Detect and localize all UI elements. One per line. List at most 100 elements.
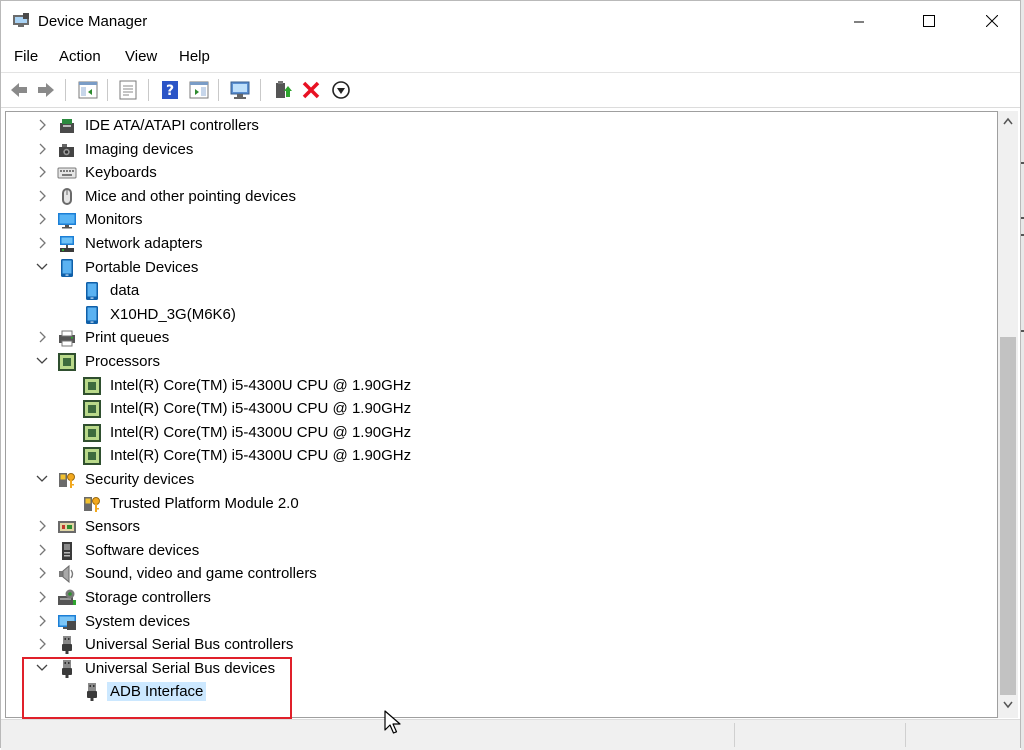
tree-item-label[interactable]: Mice and other pointing devices (82, 187, 299, 206)
tree-item-label[interactable]: Intel(R) Core(TM) i5-4300U CPU @ 1.90GHz (107, 376, 414, 395)
uninstall-device-button[interactable] (300, 79, 322, 101)
camera-icon (59, 143, 74, 157)
minimize-button[interactable] (836, 1, 882, 43)
tree-category-row[interactable]: Mice and other pointing devices (6, 185, 906, 208)
tree-item-label[interactable]: Trusted Platform Module 2.0 (107, 494, 302, 513)
speaker-icon (59, 565, 74, 584)
chevron-right-icon[interactable] (35, 118, 49, 132)
chevron-right-icon[interactable] (35, 236, 49, 250)
menu-file[interactable]: File (12, 48, 40, 65)
chevron-right-icon[interactable] (35, 590, 49, 604)
tree-item-label[interactable]: Sound, video and game controllers (82, 564, 320, 583)
action-pane-button[interactable] (188, 79, 210, 101)
chevron-right-icon[interactable] (35, 330, 49, 344)
chevron-right-icon[interactable] (35, 637, 49, 651)
show-hide-console-tree-button[interactable] (77, 79, 99, 101)
tree-item-label[interactable]: Imaging devices (82, 140, 196, 159)
device-tree-pane[interactable]: IDE ATA/ATAPI controllers Imaging devices… (5, 111, 998, 718)
vertical-scrollbar[interactable] (998, 111, 1018, 718)
portable-device-icon (86, 282, 98, 301)
disable-device-button[interactable] (330, 79, 352, 101)
processor-icon (83, 400, 101, 419)
chevron-right-icon[interactable] (35, 566, 49, 580)
tree-category-row[interactable]: Monitors (6, 208, 906, 231)
tree-category-row[interactable]: Network adapters (6, 232, 906, 255)
menu-view[interactable]: View (123, 48, 159, 65)
tree-category-row[interactable]: Security devices (6, 468, 906, 491)
tree-category-row[interactable]: Portable Devices (6, 256, 906, 279)
scan-hardware-icon (230, 81, 250, 99)
tree-category-row[interactable]: Software devices (6, 539, 906, 562)
tree-device-row[interactable]: Intel(R) Core(TM) i5-4300U CPU @ 1.90GHz (6, 374, 906, 397)
scan-hardware-button[interactable] (229, 79, 251, 101)
highlight-annotation-box (22, 657, 292, 719)
tree-item-label[interactable]: Monitors (82, 210, 146, 229)
tree-device-row[interactable]: Trusted Platform Module 2.0 (6, 492, 906, 515)
tree-category-row[interactable]: Keyboards (6, 161, 906, 184)
tree-category-row[interactable]: Sound, video and game controllers (6, 562, 906, 585)
chevron-right-icon[interactable] (35, 614, 49, 628)
tree-item-label[interactable]: System devices (82, 612, 193, 631)
maximize-icon (923, 15, 935, 27)
chevron-right-icon[interactable] (35, 519, 49, 533)
tree-item-label[interactable]: Intel(R) Core(TM) i5-4300U CPU @ 1.90GHz (107, 423, 414, 442)
tree-device-row[interactable]: Intel(R) Core(TM) i5-4300U CPU @ 1.90GHz (6, 397, 906, 420)
tree-item-label[interactable]: Network adapters (82, 234, 206, 253)
chevron-right-icon[interactable] (35, 142, 49, 156)
tree-category-row[interactable]: IDE ATA/ATAPI controllers (6, 114, 906, 137)
chevron-right-icon[interactable] (35, 212, 49, 226)
tree-category-row[interactable]: Universal Serial Bus controllers (6, 633, 906, 656)
window-title: Device Manager (38, 13, 148, 30)
tree-device-row[interactable]: Intel(R) Core(TM) i5-4300U CPU @ 1.90GHz (6, 444, 906, 467)
tree-item-label[interactable]: Processors (82, 352, 163, 371)
portable-device-icon (86, 305, 98, 324)
chevron-right-icon[interactable] (35, 165, 49, 179)
tree-item-label[interactable]: Keyboards (82, 163, 160, 182)
tree-category-row[interactable]: Processors (6, 350, 906, 373)
tree-item-label[interactable]: Intel(R) Core(TM) i5-4300U CPU @ 1.90GHz (107, 446, 414, 465)
chevron-down-icon[interactable] (35, 354, 49, 368)
properties-button[interactable] (117, 79, 139, 101)
tree-device-row[interactable]: data (6, 279, 906, 302)
scroll-down-arrow-icon[interactable] (1003, 701, 1013, 709)
toolbar-separator (260, 79, 261, 101)
tree-device-row[interactable]: X10HD_3G(M6K6) (6, 303, 906, 326)
tree-category-row[interactable]: Print queues (6, 326, 906, 349)
tree-item-label[interactable]: Universal Serial Bus controllers (82, 635, 296, 654)
device-tree[interactable]: IDE ATA/ATAPI controllers Imaging devices… (6, 112, 997, 717)
tree-item-label[interactable]: Software devices (82, 541, 202, 560)
scroll-up-arrow-icon[interactable] (1003, 117, 1013, 125)
tree-item-label[interactable]: IDE ATA/ATAPI controllers (82, 116, 262, 135)
system-device-icon (58, 614, 76, 630)
tree-item-label[interactable]: Print queues (82, 328, 172, 347)
back-button[interactable] (8, 79, 30, 101)
tree-item-label[interactable]: Portable Devices (82, 258, 201, 277)
device-manager-icon (13, 13, 29, 27)
tree-category-row[interactable]: Storage controllers (6, 586, 906, 609)
tree-category-row[interactable]: System devices (6, 610, 906, 633)
forward-button[interactable] (35, 79, 57, 101)
update-driver-button[interactable] (272, 79, 294, 101)
title-bar[interactable]: Device Manager (1, 1, 1020, 43)
security-key-icon (84, 496, 100, 512)
help-button[interactable]: ? (159, 79, 181, 101)
tree-item-label[interactable]: Security devices (82, 470, 197, 489)
menu-help[interactable]: Help (177, 48, 212, 65)
tree-category-row[interactable]: Imaging devices (6, 138, 906, 161)
tree-item-label[interactable]: X10HD_3G(M6K6) (107, 305, 239, 324)
minimize-icon (854, 21, 864, 23)
tree-item-label[interactable]: Intel(R) Core(TM) i5-4300U CPU @ 1.90GHz (107, 399, 414, 418)
chevron-right-icon[interactable] (35, 543, 49, 557)
chevron-down-icon[interactable] (35, 260, 49, 274)
scrollbar-thumb[interactable] (1000, 337, 1016, 695)
tree-item-label[interactable]: Storage controllers (82, 588, 214, 607)
tree-device-row[interactable]: Intel(R) Core(TM) i5-4300U CPU @ 1.90GHz (6, 421, 906, 444)
close-button[interactable] (969, 1, 1015, 43)
menu-action[interactable]: Action (57, 48, 103, 65)
maximize-button[interactable] (906, 1, 952, 43)
tree-item-label[interactable]: data (107, 281, 142, 300)
chevron-right-icon[interactable] (35, 189, 49, 203)
tree-category-row[interactable]: Sensors (6, 515, 906, 538)
chevron-down-icon[interactable] (35, 472, 49, 486)
tree-item-label[interactable]: Sensors (82, 517, 143, 536)
